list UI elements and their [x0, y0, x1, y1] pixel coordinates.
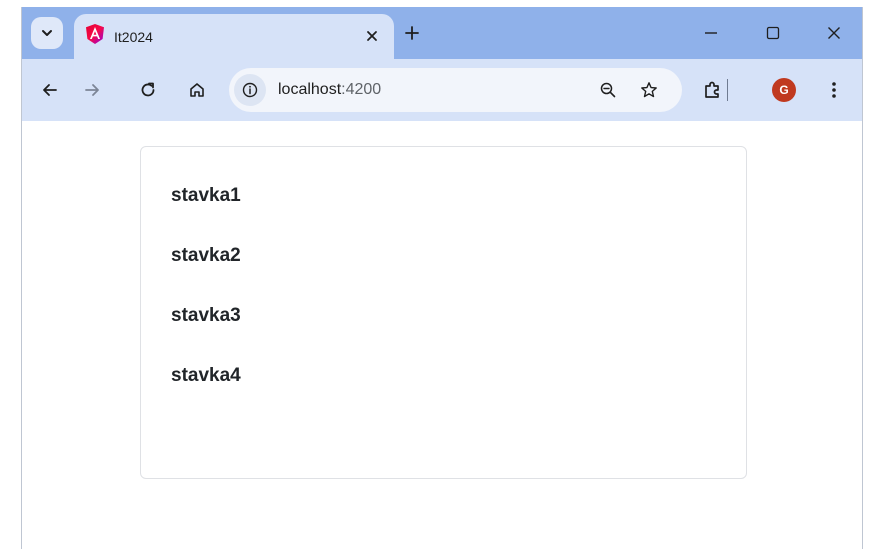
- arrow-left-icon: [43, 84, 57, 96]
- star-icon: [641, 82, 657, 98]
- more-vert-icon: [832, 82, 836, 98]
- extensions-button[interactable]: [697, 75, 727, 105]
- profile-avatar[interactable]: G: [772, 78, 796, 102]
- address-bar[interactable]: localhost:4200: [229, 68, 682, 112]
- new-tab-button[interactable]: [398, 19, 426, 47]
- page-content: stavka1 stavka2 stavka3 stavka4: [22, 121, 862, 549]
- tab-it2024[interactable]: It2024: [74, 14, 394, 59]
- forward-button[interactable]: [77, 75, 107, 105]
- zoom-out-icon: [600, 82, 616, 98]
- home-icon: [190, 83, 204, 97]
- list-item: stavka4: [171, 365, 241, 386]
- bookmark-button[interactable]: [634, 75, 664, 105]
- url-port: :4200: [341, 81, 382, 98]
- list-item: stavka2: [171, 245, 241, 266]
- maximize-button[interactable]: [759, 19, 787, 47]
- toolbar-separator: [727, 79, 728, 101]
- list-item: stavka1: [171, 185, 241, 206]
- angular-icon: [86, 24, 104, 44]
- tab-search-button[interactable]: [31, 17, 63, 49]
- list-item: stavka3: [171, 305, 241, 326]
- reload-button[interactable]: [133, 75, 163, 105]
- tab-title: It2024: [114, 29, 153, 45]
- browser-toolbar: localhost:4200 G: [22, 59, 862, 121]
- title-bar: It2024: [22, 7, 862, 59]
- minimize-button[interactable]: [697, 19, 725, 47]
- close-window-button[interactable]: [820, 19, 848, 47]
- tab-close-button[interactable]: [360, 24, 384, 48]
- url-host: localhost: [278, 81, 342, 98]
- back-button[interactable]: [35, 75, 65, 105]
- reload-icon: [141, 82, 155, 97]
- home-button[interactable]: [182, 75, 212, 105]
- menu-button[interactable]: [819, 75, 849, 105]
- close-icon: [367, 31, 377, 41]
- zoom-button[interactable]: [593, 75, 623, 105]
- chevron-down-icon: [42, 30, 52, 36]
- info-icon: [242, 82, 258, 98]
- item-list-card: stavka1 stavka2 stavka3 stavka4: [140, 146, 747, 479]
- maximize-icon: [766, 26, 780, 40]
- minimize-icon: [705, 32, 717, 34]
- arrow-right-icon: [85, 84, 99, 96]
- url-text[interactable]: localhost:4200: [278, 81, 381, 99]
- puzzle-icon: [705, 81, 719, 98]
- site-info-button[interactable]: [234, 74, 266, 106]
- plus-icon: [405, 26, 419, 40]
- browser-window: It2024 localhost:4200 G stavka1 stavka2 …: [21, 7, 863, 549]
- close-icon: [828, 27, 840, 39]
